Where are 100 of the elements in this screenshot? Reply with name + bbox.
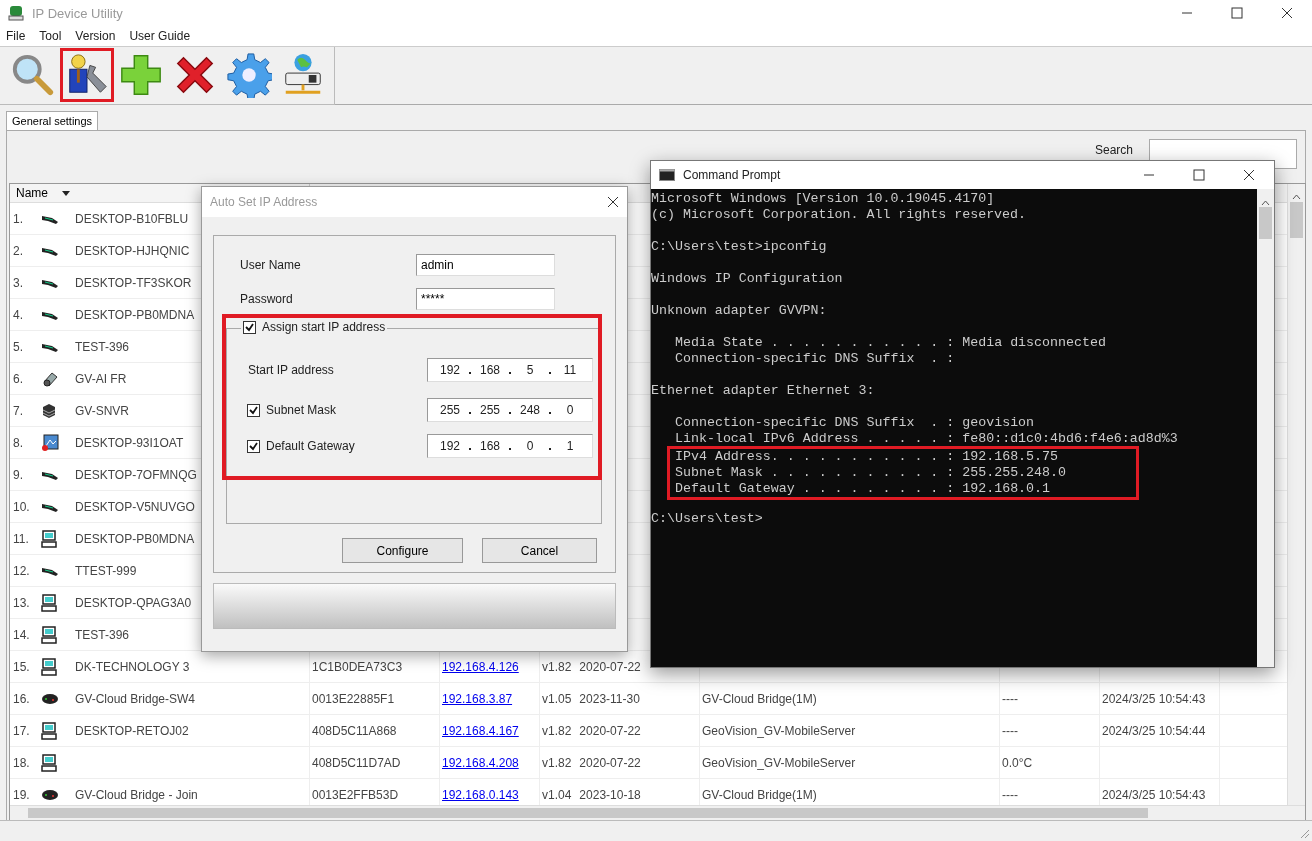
temperature: ---- bbox=[1002, 723, 1018, 738]
temperature: 0.0°C bbox=[1002, 755, 1033, 770]
device-name: DESKTOP-93I1OAT bbox=[75, 435, 184, 450]
console-line: Connection-specific DNS Suffix . : geovision bbox=[675, 415, 1035, 431]
mac-address: 0013E2FFB53D bbox=[312, 787, 399, 802]
field-label: Password bbox=[239, 292, 294, 306]
timestamp: 2024/3/25 10:54:43 bbox=[1102, 691, 1206, 706]
field-label: User Name bbox=[239, 258, 302, 272]
router-icon bbox=[41, 692, 59, 705]
user-name-field[interactable]: admin bbox=[416, 254, 555, 276]
ip-octet: 192 bbox=[439, 363, 461, 377]
computer-icon bbox=[41, 529, 57, 548]
console-line: IPv4 Address. . . . . . . . . . . : 192.168.5.75 bbox=[675, 449, 1058, 465]
ip-octet: 11 bbox=[562, 363, 578, 377]
console-line: Ethernet adapter Ethernet 3: bbox=[651, 383, 875, 399]
horizontal-scrollbar[interactable] bbox=[10, 805, 1305, 820]
row-number: 3. bbox=[12, 275, 24, 290]
caret-icon bbox=[62, 190, 70, 196]
menu-item[interactable]: File bbox=[6, 29, 26, 43]
checkbox[interactable] bbox=[247, 439, 260, 453]
device-name: DESKTOP-B10FBLU bbox=[75, 211, 189, 226]
scroll-thumb[interactable] bbox=[1290, 202, 1303, 238]
mac-address: 0013E22885F1 bbox=[312, 691, 395, 706]
ip-address-field[interactable]: 192 168 5 11 bbox=[427, 358, 593, 382]
toolbar-button[interactable] bbox=[60, 48, 114, 102]
ip-link[interactable]: 192.168.4.167 bbox=[440, 723, 519, 738]
row-number: 19. bbox=[12, 787, 31, 802]
computer-icon bbox=[41, 721, 57, 740]
ip-link[interactable]: 192.168.4.126 bbox=[440, 659, 519, 674]
ip-address-field[interactable]: 255 255 248 0 bbox=[427, 398, 593, 422]
console-line: Windows IP Configuration bbox=[651, 271, 843, 287]
row-number: 5. bbox=[12, 339, 24, 354]
ip-octet: 255 bbox=[439, 403, 461, 417]
ip-octet: 192 bbox=[439, 439, 461, 453]
close-icon[interactable] bbox=[607, 196, 619, 208]
server-icon bbox=[41, 402, 57, 419]
device-name: DESKTOP-PB0MDNA bbox=[75, 307, 195, 322]
checkbox[interactable] bbox=[247, 403, 260, 417]
row-number: 12. bbox=[12, 563, 31, 578]
row-number: 6. bbox=[12, 371, 24, 386]
device-name: DK-TECHNOLOGY 3 bbox=[75, 659, 190, 674]
device-name: DESKTOP-HJHQNIC bbox=[75, 243, 190, 258]
menu-item[interactable]: User Guide bbox=[129, 29, 191, 43]
monitor-icon bbox=[41, 433, 59, 452]
row-number: 10. bbox=[12, 499, 31, 514]
vertical-scrollbar[interactable] bbox=[1287, 184, 1305, 806]
maximize-icon[interactable] bbox=[1193, 169, 1205, 181]
tab[interactable]: General settings bbox=[6, 111, 99, 130]
temperature: ---- bbox=[1002, 691, 1018, 706]
firmware-date: 2023-11-30 bbox=[579, 691, 640, 706]
close-icon[interactable] bbox=[1243, 169, 1255, 181]
device-name: DESKTOP-QPAG3A0 bbox=[75, 595, 192, 610]
row-number: 15. bbox=[12, 659, 31, 674]
console-line: Default Gateway . . . . . . . . . : 192.168.0.1 bbox=[675, 481, 1051, 497]
temperature: ---- bbox=[1002, 787, 1018, 802]
row-number: 17. bbox=[12, 723, 31, 738]
search-label: Search bbox=[1094, 143, 1133, 157]
maximize-icon[interactable] bbox=[1231, 7, 1243, 19]
scroll-thumb[interactable] bbox=[28, 808, 1148, 818]
checkbox[interactable] bbox=[243, 320, 256, 334]
ip-address-field[interactable]: 192 168 0 1 bbox=[427, 434, 593, 458]
ip-octet: 0 bbox=[565, 403, 575, 417]
ip-octet: 5 bbox=[525, 363, 535, 377]
device-name: DESKTOP-V5NUVGO bbox=[75, 499, 195, 514]
device-name: TEST-396 bbox=[75, 339, 130, 354]
ip-link[interactable]: 192.168.4.208 bbox=[440, 755, 519, 770]
vertical-scrollbar[interactable] bbox=[1257, 189, 1274, 667]
console-icon bbox=[659, 169, 675, 181]
window-title: Command Prompt bbox=[683, 168, 782, 182]
row-number: 8. bbox=[12, 435, 24, 450]
close-icon[interactable] bbox=[1281, 7, 1293, 19]
firmware-version: v1.04 bbox=[541, 787, 572, 802]
row-number: 9. bbox=[12, 467, 24, 482]
row-number: 13. bbox=[12, 595, 31, 610]
ip-link[interactable]: 192.168.0.143 bbox=[440, 787, 519, 802]
password-field[interactable]: ***** bbox=[416, 288, 555, 310]
firmware-date: 2020-07-22 bbox=[579, 659, 641, 674]
user-wrench-icon bbox=[69, 54, 107, 93]
computer-icon bbox=[41, 657, 57, 676]
scroll-up-icon[interactable] bbox=[1261, 200, 1270, 206]
firmware-date: 2020-07-22 bbox=[579, 723, 641, 738]
device-model: GV-Cloud Bridge(1M) bbox=[702, 691, 817, 706]
computer-icon bbox=[41, 593, 57, 612]
menu-item[interactable]: Tool bbox=[39, 29, 62, 43]
menu-item[interactable]: Version bbox=[75, 29, 116, 43]
scroll-thumb[interactable] bbox=[1259, 207, 1272, 239]
firmware-version: v1.82 bbox=[541, 723, 572, 738]
row-number: 16. bbox=[12, 691, 31, 706]
ip-octet: 168 bbox=[479, 363, 501, 377]
scroll-up-icon[interactable] bbox=[1292, 194, 1301, 200]
configure-button[interactable]: Configure bbox=[342, 538, 463, 563]
cancel-button[interactable]: Cancel bbox=[482, 538, 597, 563]
device-name: DESKTOP-TF3SKOR bbox=[75, 275, 192, 290]
settings-icon bbox=[227, 53, 272, 98]
resize-grip-icon bbox=[1298, 827, 1310, 839]
device-name: GV-Cloud Bridge - Join bbox=[75, 787, 198, 802]
ip-octet: 0 bbox=[525, 439, 535, 453]
ip-link[interactable]: 192.168.3.87 bbox=[440, 691, 513, 706]
device-name: TTEST-999 bbox=[75, 563, 137, 578]
device-name: DESKTOP-7OFMNQG bbox=[75, 467, 197, 482]
